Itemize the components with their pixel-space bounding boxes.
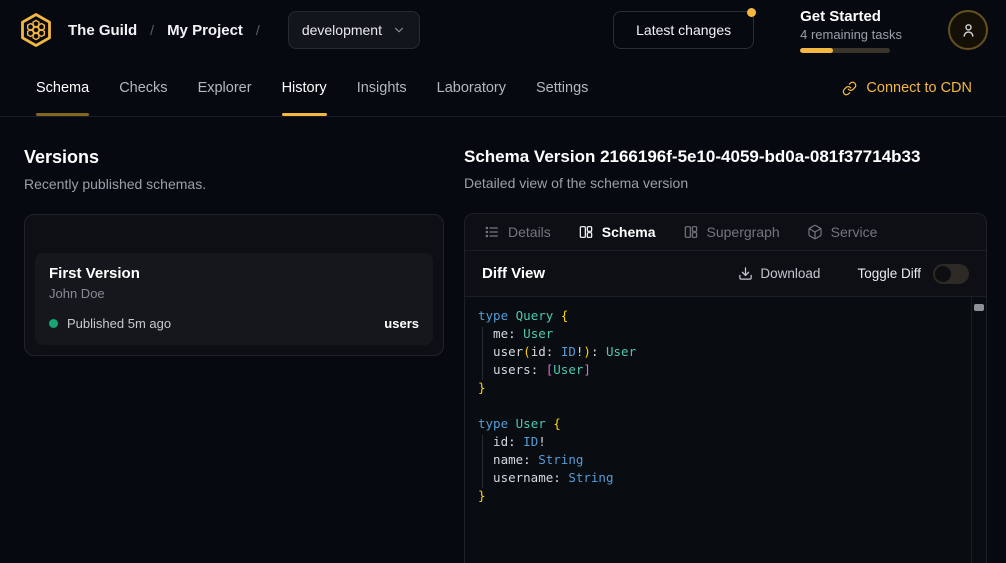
- tab-history[interactable]: History: [282, 60, 327, 116]
- download-icon: [738, 266, 753, 281]
- detail-card: Details Schema Sup: [464, 213, 987, 563]
- tab-checks[interactable]: Checks: [119, 60, 167, 116]
- tab-service[interactable]: Service: [807, 224, 878, 240]
- indent-guide: [482, 327, 483, 380]
- connect-cdn-button[interactable]: Connect to CDN: [842, 60, 972, 116]
- columns-icon: [578, 224, 594, 240]
- code-scrollbar: [971, 297, 986, 563]
- breadcrumb-org[interactable]: The Guild: [68, 22, 137, 39]
- versions-subtitle: Recently published schemas.: [24, 176, 444, 192]
- version-service-badge: users: [384, 316, 419, 331]
- diff-view-header: Diff View Download Toggle Diff: [465, 251, 986, 297]
- code-viewer: type Query { me: User user(id: ID!): Use…: [465, 297, 986, 563]
- breadcrumb-project[interactable]: My Project: [167, 22, 243, 39]
- latest-changes-button[interactable]: Latest changes: [613, 11, 754, 49]
- detail-subtitle: Detailed view of the schema version: [464, 175, 987, 191]
- link-icon: [842, 81, 857, 96]
- person-icon: [959, 21, 978, 40]
- primary-nav: Schema Checks Explorer History Insights …: [0, 60, 1006, 117]
- hive-logo-icon[interactable]: [18, 12, 54, 48]
- version-status: Published 5m ago: [67, 316, 171, 331]
- tab-explorer[interactable]: Explorer: [198, 60, 252, 116]
- detail-title: Schema Version 2166196f-5e10-4059-bd0a-0…: [464, 147, 987, 167]
- version-list-card: First Version John Doe Published 5m ago …: [24, 214, 444, 356]
- latest-changes-label: Latest changes: [636, 22, 731, 38]
- get-started-widget[interactable]: Get Started 4 remaining tasks: [800, 8, 902, 53]
- tab-insights[interactable]: Insights: [357, 60, 407, 116]
- version-title: First Version: [49, 265, 419, 282]
- tab-settings[interactable]: Settings: [536, 60, 588, 116]
- breadcrumb-separator: /: [256, 22, 260, 38]
- tab-laboratory[interactable]: Laboratory: [437, 60, 506, 116]
- version-author: John Doe: [49, 286, 419, 301]
- versions-panel: Versions Recently published schemas. Fir…: [0, 117, 464, 563]
- list-icon: [484, 224, 500, 240]
- download-button[interactable]: Download: [738, 266, 820, 281]
- current-tab-underline: [36, 113, 89, 116]
- target-selector-value: development: [302, 22, 382, 38]
- diff-toggle-switch[interactable]: [933, 264, 969, 284]
- columns-icon: [683, 224, 699, 240]
- target-selector-dropdown[interactable]: development: [288, 11, 420, 49]
- progress-fill: [800, 48, 833, 53]
- tab-schema[interactable]: Schema: [36, 60, 89, 116]
- published-status-dot: [49, 319, 58, 328]
- cube-icon: [807, 224, 823, 240]
- main-content: Versions Recently published schemas. Fir…: [0, 117, 1006, 563]
- version-detail-panel: Schema Version 2166196f-5e10-4059-bd0a-0…: [464, 117, 987, 563]
- get-started-subtitle: 4 remaining tasks: [800, 27, 902, 42]
- toggle-knob: [935, 266, 951, 282]
- get-started-title: Get Started: [800, 8, 902, 25]
- diff-view-title: Diff View: [482, 265, 545, 282]
- indent-guide: [482, 435, 483, 488]
- user-avatar[interactable]: [948, 10, 988, 50]
- detail-tab-row: Details Schema Sup: [465, 214, 986, 251]
- notification-dot: [747, 8, 756, 17]
- tab-schema-view[interactable]: Schema: [578, 224, 656, 240]
- app-header: The Guild / My Project / development Lat…: [0, 0, 1006, 60]
- progress-bar: [800, 48, 890, 53]
- tab-details[interactable]: Details: [484, 224, 551, 240]
- code-block: type Query { me: User user(id: ID!): Use…: [478, 307, 966, 505]
- diff-actions: Download Toggle Diff: [738, 264, 969, 284]
- version-status-row: Published 5m ago users: [49, 316, 419, 331]
- chevron-down-icon: [392, 23, 406, 37]
- tab-supergraph[interactable]: Supergraph: [683, 224, 780, 240]
- active-tab-underline: [282, 113, 327, 116]
- version-card[interactable]: First Version John Doe Published 5m ago …: [35, 253, 433, 345]
- versions-title: Versions: [24, 147, 444, 168]
- code-scrollbar-thumb[interactable]: [974, 304, 984, 311]
- toggle-diff-label: Toggle Diff: [857, 266, 921, 281]
- breadcrumb-separator: /: [150, 22, 154, 38]
